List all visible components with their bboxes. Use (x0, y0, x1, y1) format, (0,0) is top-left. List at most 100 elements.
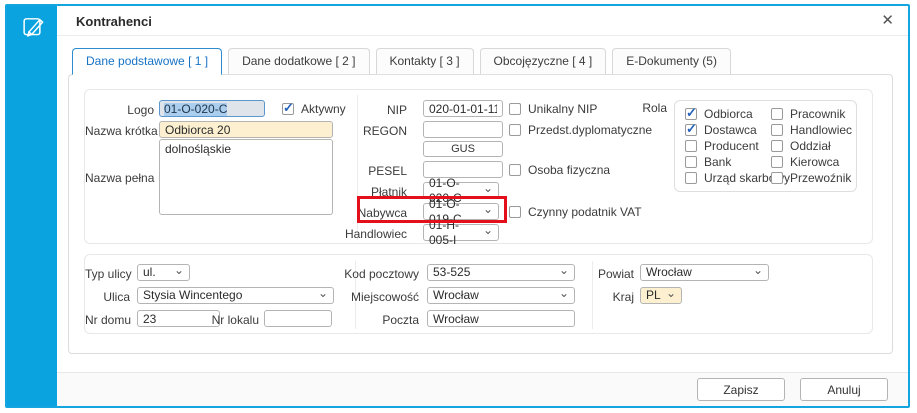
nr-lokalu-input[interactable] (264, 310, 332, 327)
rola-pracownik-checkbox[interactable] (771, 108, 783, 120)
rola-przewoznik-label: Przewoźnik (790, 171, 852, 185)
tab-content-panel: Logo 01-O-020-C Aktywny Nazwa krótka Naz… (68, 74, 893, 354)
kontrahenci-dialog: Kontrahenci ✕ Dane podstawowe [ 1 ] Dane… (5, 4, 910, 408)
rola-dostawca-label: Dostawca (704, 123, 757, 137)
rola-producent: Producent (685, 139, 771, 153)
handlowiec-select[interactable]: 01-H-005-I ⌄ (423, 218, 499, 247)
rola-oddzial: Oddział (771, 139, 854, 153)
nazwa-krotka-label: Nazwa krótka (85, 124, 158, 138)
unikalny-nip-checkbox[interactable] (509, 103, 521, 115)
rola-label: Rola (642, 101, 667, 115)
kraj-value: PL (646, 288, 661, 302)
osoba-fizyczna-checkbox[interactable] (509, 164, 521, 176)
pesel-label: PESEL (368, 164, 407, 178)
cancel-button[interactable]: Anuluj (800, 378, 888, 401)
unikalny-nip-row: Unikalny NIP (509, 102, 597, 116)
rola-pracownik-label: Pracownik (790, 107, 846, 121)
rola-przewoznik: Przewoźnik (771, 171, 854, 185)
rola-oddzial-label: Oddział (790, 139, 831, 153)
ulica-label: Ulica (103, 290, 130, 304)
nazwa-pelna-label: Nazwa pełna (85, 171, 155, 185)
chevron-down-icon: ⌄ (558, 285, 569, 300)
handlowiec-value: 01-H-005-I (429, 217, 460, 247)
sidebar (7, 6, 57, 406)
rola-producent-label: Producent (704, 139, 759, 153)
tab-bar: Dane podstawowe [ 1 ] Dane dodatkowe [ 2… (72, 48, 731, 75)
rola-producent-checkbox[interactable] (685, 140, 697, 152)
czynny-vat-row: Czynny podatnik VAT (509, 205, 642, 219)
kod-pocztowy-select[interactable]: 53-525 ⌄ (427, 264, 575, 281)
platnik-label: Płatnik (370, 185, 407, 199)
rola-bank-checkbox[interactable] (685, 156, 697, 168)
rola-odbiorca-checkbox[interactable] (685, 105, 697, 121)
powiat-label: Powiat (597, 267, 634, 281)
przedst-label: Przedst.dyplomatyczne (528, 123, 653, 137)
rola-urzad-skarbowy: Urząd skarbowy (685, 171, 790, 185)
edit-note-icon (23, 18, 44, 37)
chevron-down-icon: ⌄ (558, 262, 569, 277)
osoba-fizyczna-row: Osoba fizyczna (509, 163, 610, 177)
typ-ulicy-label: Typ ulicy (85, 267, 132, 281)
chevron-down-icon: ⌄ (317, 285, 328, 300)
rola-urzad-skarbowy-checkbox[interactable] (685, 172, 697, 184)
rola-kierowca-checkbox[interactable] (771, 156, 783, 168)
tab-dane-dodatkowe[interactable]: Dane dodatkowe [ 2 ] (228, 48, 370, 75)
nip-input[interactable] (423, 100, 503, 117)
typ-ulicy-value: ul. (143, 265, 156, 279)
rola-handlowiec: Handlowiec (771, 123, 854, 137)
rola-odbiorca: Odbiorca (685, 105, 771, 121)
kod-pocztowy-label: Kod pocztowy (344, 267, 419, 281)
rola-oddzial-checkbox[interactable] (771, 140, 783, 152)
chevron-down-icon: ⌄ (752, 262, 763, 277)
gus-button[interactable]: GUS (423, 141, 503, 157)
unikalny-nip-label: Unikalny NIP (528, 102, 598, 116)
chevron-down-icon: ⌄ (482, 222, 493, 237)
poczta-input[interactable] (427, 310, 575, 327)
regon-input[interactable] (423, 121, 503, 138)
powiat-select[interactable]: Wrocław ⌄ (640, 264, 769, 281)
ulica-select[interactable]: Stysia Wincentego ⌄ (137, 287, 334, 304)
osoba-fizyczna-label: Osoba fizyczna (528, 163, 611, 177)
chevron-down-icon: ⌄ (482, 180, 493, 195)
tab-e-dokumenty[interactable]: E-Dokumenty (5) (612, 48, 731, 75)
rola-odbiorca-label: Odbiorca (704, 107, 753, 121)
close-icon[interactable]: ✕ (881, 13, 894, 29)
chevron-down-icon: ⌄ (173, 262, 184, 277)
logo-field[interactable]: 01-O-020-C (159, 100, 265, 117)
rola-kierowca-label: Kierowca (790, 155, 840, 169)
czynny-vat-checkbox[interactable] (509, 206, 521, 218)
rola-kierowca: Kierowca (771, 155, 854, 169)
rola-pracownik: Pracownik (771, 107, 854, 121)
tab-obcojezyczne[interactable]: Obcojęzyczne [ 4 ] (479, 48, 607, 75)
rola-bank: Bank (685, 155, 771, 169)
kod-pocztowy-value: 53-525 (433, 265, 471, 279)
czynny-vat-label: Czynny podatnik VAT (528, 205, 642, 219)
miejscowosc-select[interactable]: Wrocław ⌄ (427, 287, 575, 304)
typ-ulicy-select[interactable]: ul. ⌄ (137, 264, 190, 281)
regon-label: REGON (362, 124, 407, 138)
dialog-content: Kontrahenci ✕ Dane podstawowe [ 1 ] Dane… (57, 6, 908, 406)
rola-bank-label: Bank (704, 155, 732, 169)
page-title: Kontrahenci (76, 14, 152, 29)
powiat-value: Wrocław (646, 265, 692, 279)
main-data-groupbox: Logo 01-O-020-C Aktywny Nazwa krótka Naz… (84, 89, 873, 247)
rola-handlowiec-checkbox[interactable] (771, 124, 783, 136)
nip-label: NIP (386, 103, 407, 117)
przedst-row: Przedst.dyplomatyczne (509, 123, 652, 137)
aktywny-checkbox[interactable] (282, 100, 294, 116)
rola-przewoznik-checkbox[interactable] (771, 172, 783, 184)
rola-dostawca-checkbox[interactable] (685, 121, 697, 137)
save-button[interactable]: Zapisz (697, 378, 785, 401)
kraj-select[interactable]: PL ⌄ (640, 287, 682, 304)
rola-dostawca: Dostawca (685, 121, 771, 137)
nr-lokalu-label: Nr lokalu (211, 313, 259, 327)
nabywca-label: Nabywca (357, 206, 407, 220)
kraj-label: Kraj (612, 290, 634, 304)
chevron-down-icon: ⌄ (665, 285, 676, 300)
przedst-checkbox[interactable] (509, 124, 521, 136)
tab-kontakty[interactable]: Kontakty [ 3 ] (375, 48, 474, 75)
ulica-value: Stysia Wincentego (143, 288, 243, 302)
nr-domu-label: Nr domu (85, 313, 132, 327)
tab-dane-podstawowe[interactable]: Dane podstawowe [ 1 ] (72, 48, 223, 75)
logo-label: Logo (127, 103, 154, 117)
